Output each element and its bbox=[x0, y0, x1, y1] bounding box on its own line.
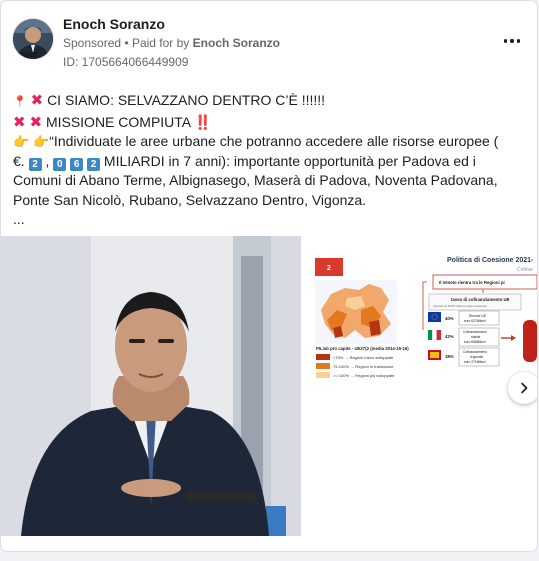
keycap-digit: 0 bbox=[53, 157, 67, 171]
text-line-2: ✖ ✖ MISSIONE COMPIUTA ‼️ bbox=[13, 113, 528, 133]
text-line-2-content: MISSIONE COMPIUTA ‼️ bbox=[45, 113, 212, 130]
meta-separator: • bbox=[124, 36, 129, 50]
legend-item-3: >= 100% → Regioni più sviluppate bbox=[333, 373, 395, 378]
slide-title: Politica di Coesione 2021- bbox=[447, 257, 534, 264]
legend-item-1: <75% → Regioni meno sviluppate bbox=[333, 355, 394, 360]
text-line-1: 📍 ✖ CI SIAMO: SELVAZZANO DENTRO C’È !!!!… bbox=[13, 91, 528, 113]
chevron-right-icon bbox=[521, 382, 528, 394]
comma: , bbox=[45, 152, 50, 169]
cross-mark-icon: ✖ bbox=[29, 113, 43, 131]
text-line-1-content: CI SIAMO: SELVAZZANO DENTRO C’È !!!!!! bbox=[47, 92, 326, 108]
it-pct: 42% bbox=[445, 334, 454, 339]
reg-label-3: euro 271Milioni bbox=[464, 360, 486, 364]
reg-label-1: Cofinanziamento bbox=[463, 350, 487, 354]
it-label-3: euro 658Milioni bbox=[464, 340, 486, 344]
author-name[interactable]: Enoch Soranzo bbox=[63, 16, 165, 32]
see-more-ellipsis[interactable]: ... bbox=[13, 210, 528, 230]
more-options-icon[interactable] bbox=[499, 31, 525, 51]
euro-prefix: €. bbox=[13, 152, 25, 169]
text-line-5: Comuni di Abano Terme, Albignasego, Mase… bbox=[13, 172, 498, 188]
ad-card: Enoch Soranzo Sponsored • Paid for by En… bbox=[1, 1, 537, 551]
slide-badge: 2 bbox=[327, 265, 331, 272]
cofin-title: tasso di cofinanziamento UE bbox=[451, 297, 510, 302]
avatar[interactable] bbox=[13, 19, 53, 59]
reg-label-2: regionale bbox=[470, 355, 483, 359]
text-line-6: Ponte San Nicolò, Rubano, Selvazzano Den… bbox=[13, 191, 367, 208]
text-line-3: 👉 👉“Individuate le aree urbane che potra… bbox=[13, 132, 528, 152]
post-header: Enoch Soranzo Sponsored • Paid for by En… bbox=[13, 15, 525, 71]
legend-title: PIL/ab pro capite - UE27(2 (media 2014-1… bbox=[316, 346, 409, 351]
library-id: ID: 1705664066449909 bbox=[63, 55, 189, 69]
paid-for-name: Enoch Soranzo bbox=[192, 36, 280, 50]
sponsored-label: Sponsored bbox=[63, 36, 122, 50]
it-label-1: Cofinanziamento bbox=[463, 330, 487, 334]
carousel-next-button[interactable] bbox=[508, 372, 537, 404]
eu-pct: 40% bbox=[445, 316, 454, 321]
pointing-hand-icon: 👉 bbox=[33, 134, 50, 149]
pointing-hand-icon: 👉 bbox=[13, 134, 30, 149]
carousel-photo-1[interactable] bbox=[1, 236, 301, 536]
text-line-4: €. 2 , 0 6 2 MILIARDI in 7 anni): import… bbox=[13, 152, 528, 172]
slide-subtitle: Cofinar bbox=[517, 267, 533, 273]
sponsored-meta: Sponsored • Paid for by Enoch Soranzo bbox=[63, 36, 280, 50]
legend-item-2: 75-100% → Regioni in transizione bbox=[333, 364, 394, 369]
post-text: 📍 ✖ CI SIAMO: SELVAZZANO DENTRO C’È !!!!… bbox=[13, 91, 528, 230]
media-carousel[interactable]: 2 Politica di Coesione 2021- Cofinar PIL… bbox=[1, 236, 537, 536]
keycap-digit: 2 bbox=[28, 157, 42, 171]
veneto-text: Il Veneto rientra tra le Regioni pi bbox=[439, 280, 505, 285]
cross-mark-icon: ✖ bbox=[30, 92, 44, 109]
carousel-slide-2[interactable]: 2 Politica di Coesione 2021- Cofinar PIL… bbox=[311, 250, 537, 416]
paid-for-prefix: Paid for by bbox=[131, 36, 190, 50]
keycap-digit: 2 bbox=[87, 157, 101, 171]
reg-pct: 18% bbox=[445, 354, 454, 359]
eu-label-1: Risorse UE bbox=[469, 314, 487, 318]
keycap-digit: 6 bbox=[70, 157, 84, 171]
cofin-sub: (rispetto al 100% della programmazione) bbox=[433, 304, 487, 308]
eu-label-2: euro 627Milioni bbox=[464, 319, 486, 323]
pin-icon: 📍 bbox=[13, 96, 27, 108]
it-label-2: statale bbox=[471, 335, 481, 339]
text-line-3-content: “Individuate le aree urbane che potranno… bbox=[49, 133, 499, 149]
text-line-4-content: MILIARDI in 7 anni): importante opportun… bbox=[103, 152, 476, 169]
cross-mark-icon: ✖ bbox=[13, 113, 26, 131]
